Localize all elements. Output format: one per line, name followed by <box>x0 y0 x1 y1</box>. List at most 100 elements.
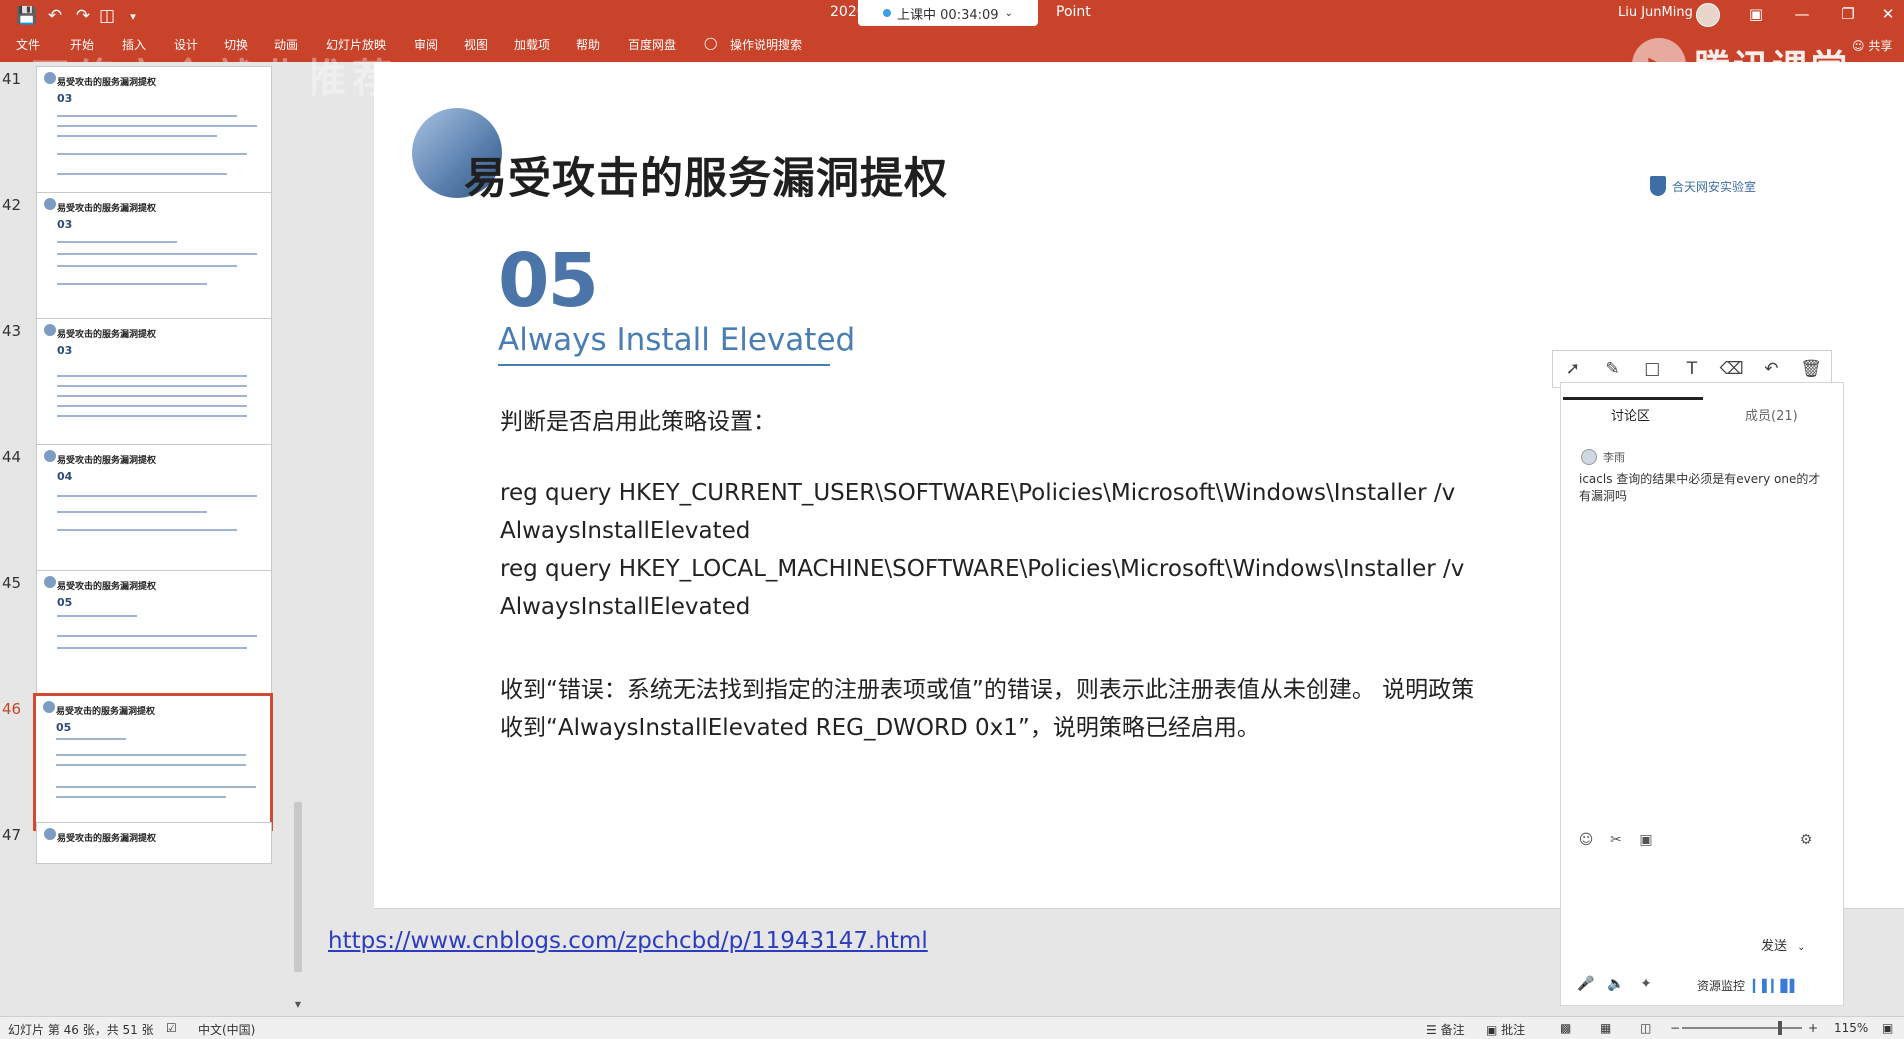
body-line[interactable]: reg query HKEY_CURRENT_USER\SOFTWARE\Pol… <box>500 480 1455 506</box>
undo-icon[interactable]: ↶ <box>1759 357 1783 381</box>
thumb-text-line <box>57 283 207 285</box>
trash-icon[interactable]: 🗑 <box>1799 357 1823 381</box>
body-line[interactable]: AlwaysInstallElevated <box>500 518 750 544</box>
comments-label: 批注 <box>1501 1023 1526 1037</box>
notes-link[interactable]: https://www.cnblogs.com/zpchcbd/p/119431… <box>328 928 928 954</box>
body-line[interactable]: 收到“错误：系统无法找到指定的注册表项或值”的错误，则表示此注册表值从未创建。 … <box>500 670 1560 704</box>
zoom-in-icon[interactable]: + <box>1808 1021 1818 1035</box>
normal-view-icon[interactable]: ▩ <box>1560 1021 1571 1035</box>
resource-monitor-label: 资源监控 <box>1697 979 1746 993</box>
tab-addins[interactable]: 加载项 <box>514 36 550 53</box>
body-line[interactable]: 收到“AlwaysInstallElevated REG_DWORD 0x1”，… <box>500 708 1260 742</box>
present-icon[interactable]: ◫ <box>94 6 120 26</box>
reading-view-icon[interactable]: ◫ <box>1640 1021 1651 1035</box>
thumbnail-number: 42 <box>2 196 22 214</box>
tab-design[interactable]: 设计 <box>174 36 198 53</box>
rectangle-icon[interactable]: □ <box>1640 357 1664 381</box>
tab-home[interactable]: 开始 <box>70 36 94 53</box>
thumb-text-line <box>57 375 247 377</box>
avatar[interactable] <box>1696 3 1720 27</box>
thumbnail-number: 44 <box>2 448 22 466</box>
save-icon[interactable]: 💾 <box>14 6 40 26</box>
ribbon-display-icon[interactable]: ▣ <box>1742 3 1770 25</box>
body-line[interactable]: 判断是否启用此策略设置： <box>500 402 776 436</box>
thumbnail-number: 47 <box>2 826 22 844</box>
resource-monitor[interactable]: 资源监控 ▎▌▎▊▌ <box>1697 977 1799 994</box>
slide-sorter-icon[interactable]: ▦ <box>1600 1021 1611 1035</box>
thumbnail-card[interactable]: 易受攻击的服务漏洞提权 03 <box>36 192 272 326</box>
spellcheck-icon[interactable]: ☑ <box>166 1021 177 1035</box>
tab-members[interactable]: 成员(21) <box>1745 405 1798 424</box>
tab-baidu-netdisk[interactable]: 百度网盘 <box>628 36 676 53</box>
slide-title[interactable]: 易受攻击的服务漏洞提权 <box>464 144 948 206</box>
slide-thumbnail[interactable]: 47 易受攻击的服务漏洞提权 <box>0 822 300 1016</box>
thumbnail-number: 45 <box>2 574 22 592</box>
restore-icon[interactable]: ❐ <box>1834 3 1862 25</box>
microphone-icon[interactable]: 🎤 <box>1577 975 1595 993</box>
scissors-icon[interactable]: ✂ <box>1607 831 1625 849</box>
live-session-indicator[interactable]: 上课中 00:34:09 ⌄ <box>858 0 1038 26</box>
thumbnail-card[interactable]: 易受攻击的服务漏洞提权 04 <box>36 444 272 578</box>
tab-discussion[interactable]: 讨论区 <box>1611 405 1650 424</box>
pointer-icon[interactable]: ➚ <box>1561 357 1585 381</box>
tab-view[interactable]: 视图 <box>464 36 488 53</box>
speaker-icon[interactable]: 🔈 <box>1607 975 1625 993</box>
image-icon[interactable]: ▣ <box>1637 831 1655 849</box>
thumbnail-card[interactable]: 易受攻击的服务漏洞提权 03 <box>36 318 272 452</box>
zoom-level[interactable]: 115% <box>1834 1021 1868 1035</box>
tab-help[interactable]: 帮助 <box>576 36 600 53</box>
send-button[interactable]: 发送 ⌄ <box>1761 935 1806 954</box>
thumb-text-line <box>57 265 237 267</box>
tab-review[interactable]: 审阅 <box>414 36 438 53</box>
thumb-text-line <box>57 647 247 649</box>
zoom-slider-thumb[interactable] <box>1778 1021 1782 1035</box>
tell-me-search[interactable]: 操作说明搜索 <box>730 36 802 53</box>
thumb-text-line <box>57 495 257 497</box>
undo-icon[interactable]: ↶ <box>42 6 68 26</box>
section-number[interactable]: 05 <box>498 238 599 324</box>
title-bar: 💾 ↶ ↷ ◫ ▾ 2020 上课中 00:34:09 ⌄ Point Liu … <box>0 0 1904 102</box>
thumbnail-card[interactable]: 易受攻击的服务漏洞提权 05 <box>36 570 272 704</box>
eraser-icon[interactable]: ⌫ <box>1720 357 1744 381</box>
scroll-down-icon[interactable]: ▼ <box>292 998 304 1010</box>
tab-slideshow[interactable]: 幻灯片放映 <box>326 36 386 53</box>
close-icon[interactable]: ✕ <box>1874 3 1902 25</box>
fit-to-window-icon[interactable]: ▣ <box>1882 1021 1893 1035</box>
share-button[interactable]: ☺ 共享 <box>1852 37 1892 54</box>
tab-transitions[interactable]: 切换 <box>224 36 248 53</box>
language-indicator[interactable]: 中文(中国) <box>198 1021 255 1038</box>
thumbnail-card[interactable]: 易受攻击的服务漏洞提权 05 <box>33 693 273 831</box>
comments-button[interactable]: ▣ 批注 <box>1486 1021 1525 1038</box>
minimize-icon[interactable]: — <box>1788 3 1816 25</box>
slide-counter: 幻灯片 第 46 张，共 51 张 <box>8 1023 154 1037</box>
pin-icon[interactable]: ✦ <box>1637 975 1655 993</box>
user-name[interactable]: Liu JunMing <box>1618 5 1693 20</box>
tab-animations[interactable]: 动画 <box>274 36 298 53</box>
thumb-circle-icon <box>44 450 56 462</box>
redo-icon[interactable]: ↷ <box>70 6 96 26</box>
org-logo-text: 合天网安实验室 <box>1672 179 1757 194</box>
thumb-circle-icon <box>44 72 56 84</box>
pen-icon[interactable]: ✎ <box>1601 357 1625 381</box>
emoji-icon[interactable]: ☺ <box>1577 831 1595 849</box>
tab-file[interactable]: 文件 <box>16 36 40 53</box>
shield-icon <box>1650 176 1666 196</box>
thumbnail-number: 46 <box>2 700 22 718</box>
text-icon[interactable]: T <box>1680 357 1704 381</box>
scrollbar-thumb[interactable] <box>294 802 302 972</box>
zoom-slider[interactable] <box>1682 1027 1802 1029</box>
settings-icon[interactable]: ⚙ <box>1797 831 1815 849</box>
thumbnail-scrollbar[interactable]: ▼ <box>292 62 304 1012</box>
section-subtitle[interactable]: Always Install Elevated <box>498 322 855 358</box>
zoom-out-icon[interactable]: − <box>1670 1021 1680 1035</box>
tab-insert[interactable]: 插入 <box>122 36 146 53</box>
customize-toolbar-icon[interactable]: ▾ <box>120 6 146 26</box>
thumbnail-card[interactable]: 易受攻击的服务漏洞提权 <box>36 822 272 864</box>
window-title-right: Point <box>1056 4 1091 20</box>
thumbnail-card[interactable]: 易受攻击的服务漏洞提权 03 <box>36 66 272 200</box>
org-logo: 合天网安实验室 <box>1650 176 1756 196</box>
body-line[interactable]: reg query HKEY_LOCAL_MACHINE\SOFTWARE\Po… <box>500 556 1464 582</box>
notes-button[interactable]: ☰ 备注 <box>1426 1021 1465 1038</box>
message-text: icacls 查询的结果中必须是有every one的才有漏洞吗 <box>1579 472 1821 503</box>
body-line[interactable]: AlwaysInstallElevated <box>500 594 750 620</box>
